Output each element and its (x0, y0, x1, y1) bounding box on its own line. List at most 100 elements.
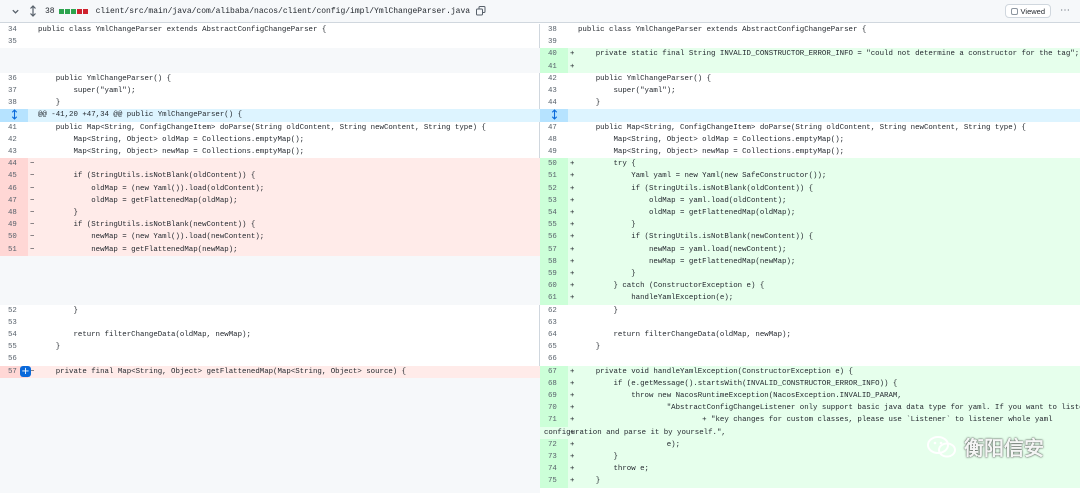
line-number[interactable]: 51 (540, 170, 568, 183)
line-number[interactable]: 61 (540, 292, 568, 305)
line-number[interactable]: 43 (540, 85, 568, 97)
checkbox-icon[interactable] (1010, 7, 1018, 15)
deletion-marker: − (30, 209, 35, 217)
line-number[interactable]: 44 (540, 97, 568, 109)
diff-line: 47− oldMap = getFlattenedMap(oldMap); (0, 194, 540, 207)
diff-line: 49− if (StringUtils.isNotBlank(newConten… (0, 219, 540, 232)
line-number[interactable]: 71 (540, 414, 568, 427)
line-number[interactable]: 50 (0, 231, 28, 244)
line-number[interactable]: 54 (540, 207, 568, 220)
diff-line: 42 Map<String, Object> oldMap = Collecti… (0, 134, 540, 146)
line-number[interactable]: 60 (540, 280, 568, 293)
line-number[interactable]: 44 (0, 158, 28, 171)
addition-marker: + (570, 245, 575, 254)
line-number[interactable]: 54 (0, 329, 28, 341)
add-comment-button[interactable]: + (20, 365, 31, 377)
line-number[interactable]: 53 (0, 317, 28, 329)
line-number[interactable]: 45 (0, 170, 28, 183)
addition-marker: + (570, 440, 575, 449)
diff-line (0, 426, 540, 439)
diff-line: 63 (540, 317, 1080, 329)
line-number[interactable]: 46 (0, 182, 28, 195)
diff-line (0, 475, 540, 488)
line-number[interactable]: 62 (540, 305, 568, 317)
line-number[interactable]: 56 (540, 231, 568, 244)
copy-icon[interactable] (476, 6, 486, 16)
line-number[interactable]: 42 (540, 73, 568, 85)
line-number[interactable]: 42 (0, 134, 28, 146)
code-text: public class YmlChangeParser extends Abs… (38, 26, 327, 34)
addition-marker: + (570, 282, 575, 291)
line-number[interactable]: 37 (0, 85, 28, 97)
line-number[interactable]: 56 (0, 353, 28, 365)
line-number[interactable]: 38 (540, 24, 568, 36)
line-number[interactable]: 39 (540, 36, 568, 48)
line-number[interactable]: 55 (0, 341, 28, 353)
diff-line: 68 + if (e.getMessage().startsWith(INVALI… (540, 377, 1080, 390)
line-number[interactable]: 41 (540, 60, 568, 73)
line-number[interactable]: 65 (540, 341, 568, 353)
line-number[interactable]: 70 (540, 402, 568, 415)
line-number[interactable]: 43 (0, 146, 28, 158)
line-number[interactable]: 35 (0, 36, 28, 48)
code-text: super("yaml"); (578, 87, 676, 95)
line-number[interactable]: 48 (0, 207, 28, 220)
deletion-marker: − (30, 160, 35, 169)
line-number[interactable]: 52 (0, 305, 28, 317)
addition-marker: + (570, 62, 575, 71)
line-number[interactable]: 52 (540, 182, 568, 195)
diff-line: 51 + Yaml yaml = new Yaml(new SafeConstru… (540, 170, 1080, 183)
code-text: } (578, 343, 601, 352)
code-text: public Map<String, ConfigChangeItem> doP… (38, 123, 486, 132)
kebab-menu-icon[interactable]: ⋯ (1058, 4, 1072, 18)
line-number[interactable]: 40 (540, 48, 568, 61)
line-number[interactable]: 63 (540, 317, 568, 329)
diff-line: 69 + throw new NacosRuntimeException(Naco… (540, 390, 1080, 403)
diffstat-bar (58, 8, 88, 14)
line-number[interactable]: 47 (540, 122, 568, 134)
diff-line: 46− oldMap = (new Yaml()).load(oldConten… (0, 182, 540, 195)
changes-count: 38 (45, 6, 55, 16)
viewed-checkbox[interactable]: Viewed (1004, 4, 1051, 18)
expand-all-icon[interactable] (26, 4, 40, 18)
deletion-marker: − (30, 245, 35, 254)
file-path[interactable]: client/src/main/java/com/alibaba/nacos/c… (96, 7, 470, 16)
diff-line: 41 public Map<String, ConfigChangeItem> … (0, 122, 540, 134)
line-number[interactable]: 64 (540, 329, 568, 341)
code-text: } catch (ConstructorException e) { (578, 282, 765, 291)
diffstat-square (70, 8, 76, 14)
line-number[interactable]: 66 (540, 353, 568, 365)
line-number[interactable]: 72 (540, 438, 568, 451)
code-text: newMap = getFlattenedMap(newMap); (578, 257, 796, 266)
expand-hunk-icon[interactable] (0, 109, 28, 122)
line-number[interactable]: 47 (0, 194, 28, 207)
line-number[interactable]: 74 (540, 463, 568, 476)
line-number[interactable]: 57 (540, 243, 568, 256)
line-number[interactable]: 58 (540, 255, 568, 268)
line-number[interactable]: 59 (540, 268, 568, 281)
line-number[interactable]: 49 (540, 146, 568, 158)
line-number[interactable]: 51 (0, 243, 28, 256)
line-number[interactable]: 55 (540, 219, 568, 232)
code-text: newMap = getFlattenedMap(newMap); (38, 245, 238, 254)
line-number[interactable]: 49 (0, 219, 28, 232)
line-number[interactable]: 41 (0, 122, 28, 134)
chevron-down-icon[interactable] (9, 5, 21, 17)
addition-marker: + (570, 379, 575, 388)
line-number[interactable]: 38 (0, 97, 28, 109)
line-number[interactable]: 75 (540, 475, 568, 488)
line-number[interactable]: 73 (540, 451, 568, 464)
code-text: if (StringUtils.isNotBlank(newContent)) … (578, 233, 814, 242)
line-number[interactable]: 67 (540, 365, 568, 378)
line-number[interactable]: 53 (540, 194, 568, 207)
expand-hunk-icon[interactable] (540, 109, 568, 122)
line-number[interactable]: 48 (540, 134, 568, 146)
split-diff: 34 public class YmlChangeParser extends A… (0, 24, 1080, 493)
line-number[interactable]: 68 (540, 377, 568, 390)
line-number[interactable]: 69 (540, 390, 568, 403)
line-number[interactable]: 50 (540, 158, 568, 171)
diff-line: 57− private final Map<String, Object> ge… (0, 365, 540, 378)
line-number[interactable]: 34 (0, 24, 28, 36)
deletion-marker: − (30, 233, 35, 242)
line-number[interactable]: 36 (0, 73, 28, 85)
